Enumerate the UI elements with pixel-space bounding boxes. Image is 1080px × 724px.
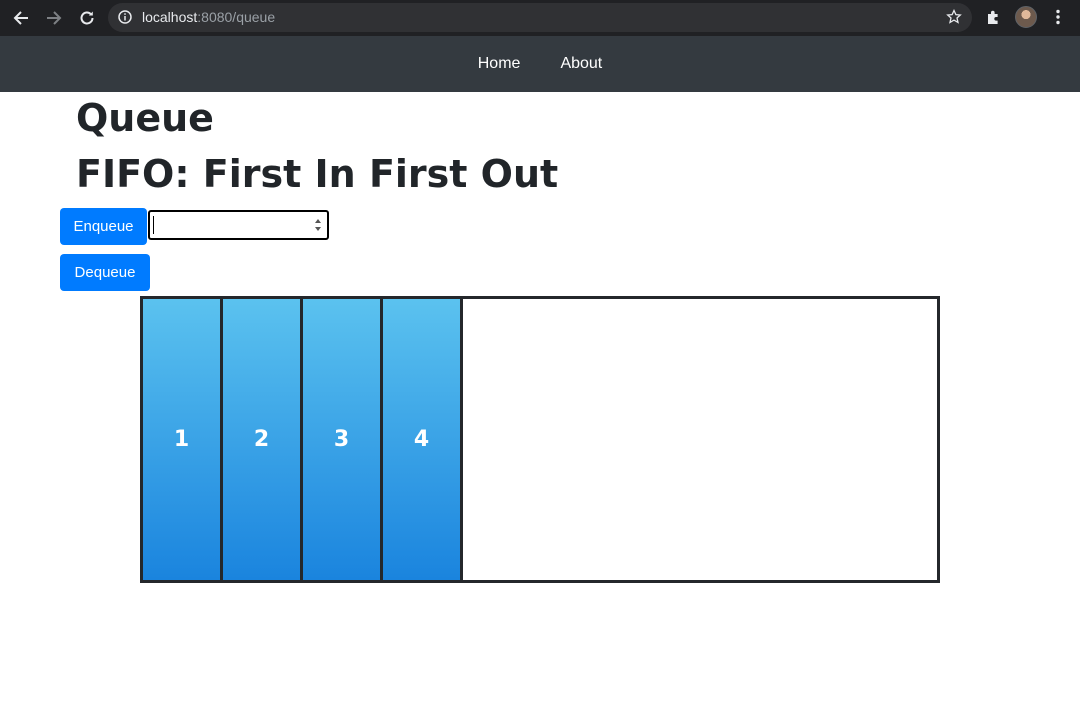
queue-item: 4 [383, 299, 463, 580]
nav-link-home[interactable]: Home [458, 47, 541, 81]
back-icon[interactable] [10, 7, 32, 29]
queue-item: 3 [303, 299, 383, 580]
queue-item: 1 [143, 299, 223, 580]
enqueue-button[interactable]: Enqueue [60, 208, 147, 245]
page-subtitle: FIFO: First In First Out [76, 152, 559, 196]
enqueue-number-input[interactable] [148, 210, 329, 240]
number-spinner-icon[interactable] [312, 214, 324, 236]
reload-icon[interactable] [76, 7, 98, 29]
dequeue-button[interactable]: Dequeue [60, 254, 150, 291]
info-icon[interactable] [118, 10, 132, 24]
text-caret [153, 216, 154, 234]
forward-icon[interactable] [43, 7, 65, 29]
nav-link-about[interactable]: About [540, 47, 622, 81]
queue-item: 2 [223, 299, 303, 580]
profile-avatar[interactable] [1015, 6, 1037, 28]
browser-toolbar: localhost:8080/queue [0, 0, 1080, 36]
more-menu-icon[interactable] [1050, 8, 1066, 26]
extensions-icon[interactable] [985, 8, 1003, 26]
top-navbar: Home About [0, 36, 1080, 92]
address-bar[interactable]: localhost:8080/queue [108, 3, 972, 32]
url-text: localhost:8080/queue [142, 9, 276, 25]
queue-container: 1 2 3 4 [140, 296, 940, 583]
bookmark-star-icon[interactable] [946, 9, 962, 25]
page-title: Queue [76, 96, 214, 140]
enqueue-value-field[interactable] [152, 213, 310, 237]
